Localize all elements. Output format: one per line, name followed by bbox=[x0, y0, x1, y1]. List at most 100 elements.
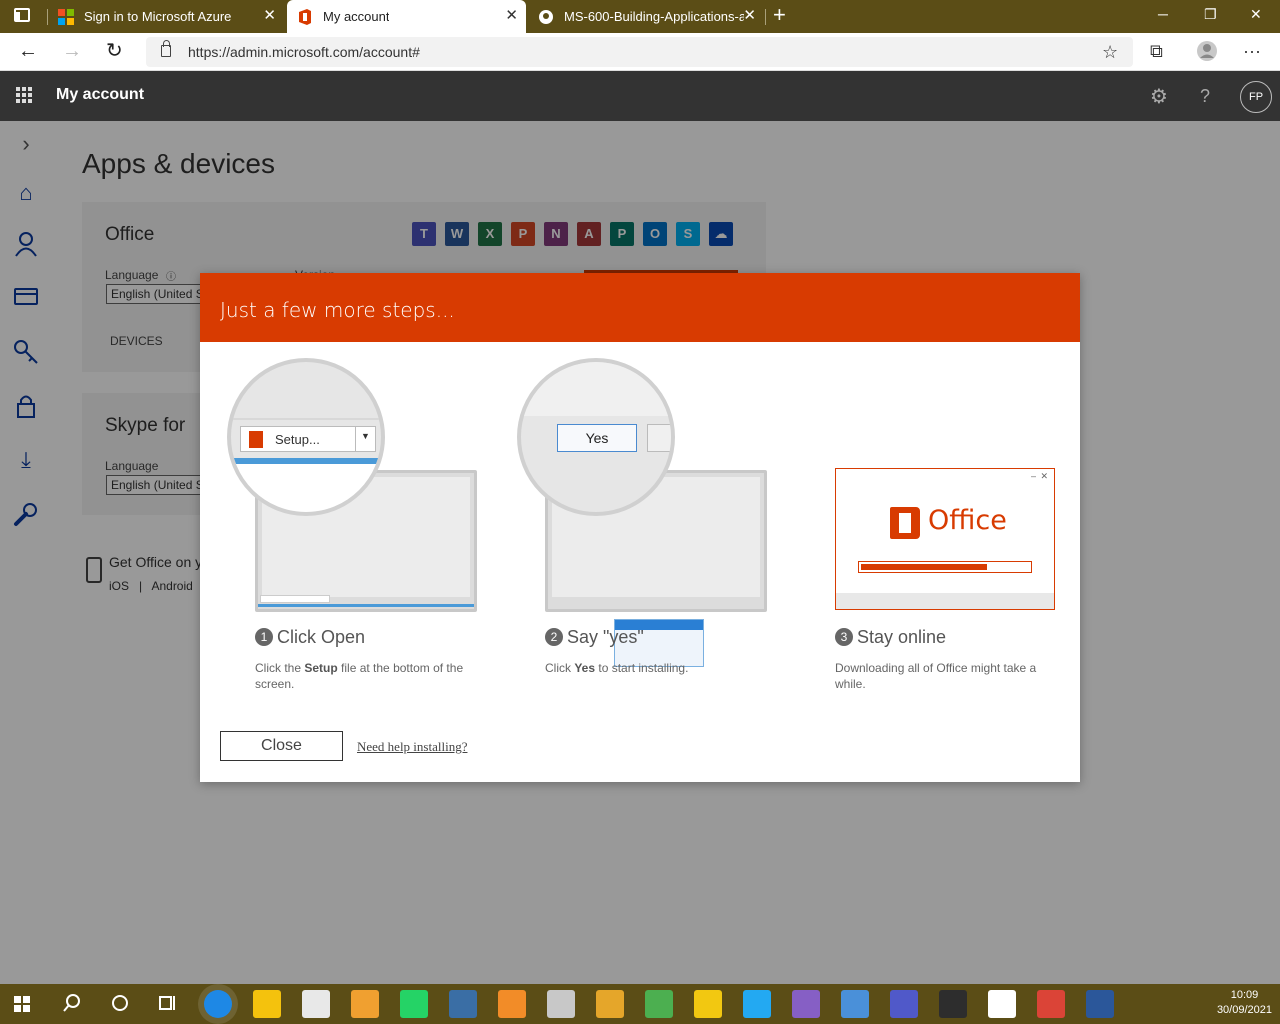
desc-bold-text: Setup bbox=[304, 661, 338, 675]
pin-icon[interactable] bbox=[596, 990, 624, 1018]
clock-time: 10:09 bbox=[1230, 989, 1259, 1001]
forward-icon[interactable]: → bbox=[62, 39, 82, 63]
tab-github[interactable]: MS-600-Building-Applications-a ✕ bbox=[528, 0, 764, 33]
github-icon bbox=[538, 9, 554, 25]
office-installer-illustration: – ✕ Office bbox=[835, 468, 1055, 610]
tab-separator bbox=[765, 9, 766, 25]
office-logo-icon bbox=[297, 8, 313, 25]
step-description: Downloading all of Office might take a w… bbox=[835, 660, 1065, 692]
clock-date: 30/09/2021 bbox=[1216, 1004, 1272, 1016]
step-title: Stay online bbox=[857, 627, 947, 647]
close-tab-icon[interactable]: ✕ bbox=[505, 8, 518, 24]
lock-icon[interactable] bbox=[161, 40, 171, 57]
task-view-icon[interactable] bbox=[158, 993, 178, 1017]
tab-separator bbox=[47, 9, 48, 25]
dropdown-arrow-icon: ▼ bbox=[361, 431, 370, 441]
avatar[interactable]: FP bbox=[1240, 81, 1272, 113]
settings-gear-icon[interactable]: ⚙ bbox=[1150, 84, 1168, 109]
vmware-icon[interactable] bbox=[449, 990, 477, 1018]
collections-icon[interactable]: ⧉ bbox=[1150, 42, 1163, 60]
notes-icon[interactable] bbox=[498, 990, 526, 1018]
terminal-icon[interactable] bbox=[939, 990, 967, 1018]
desc-bold-text: Yes bbox=[574, 661, 596, 675]
tab-actions-icon[interactable] bbox=[14, 8, 30, 22]
close-button[interactable]: Close bbox=[220, 731, 343, 761]
tab-title: MS-600-Building-Applications-a bbox=[564, 9, 744, 24]
installer-footer bbox=[836, 593, 1054, 609]
terminal-green-icon[interactable] bbox=[645, 990, 673, 1018]
taskbar-illustration bbox=[258, 604, 474, 607]
step-heading: 1 Click Open bbox=[255, 627, 365, 648]
office-logo-icon bbox=[249, 431, 263, 448]
refresh-icon[interactable]: ↻ bbox=[106, 39, 123, 63]
store-icon[interactable] bbox=[302, 990, 330, 1018]
desc-text: Downloading all of Office might take a w… bbox=[835, 661, 1037, 691]
more-options-icon[interactable]: ··· bbox=[1243, 42, 1261, 60]
dialog-title: Just a few more steps... bbox=[220, 298, 455, 322]
desc-text: Click the bbox=[255, 661, 305, 675]
app-title[interactable]: My account bbox=[56, 86, 144, 104]
download-bar-illustration bbox=[260, 595, 330, 603]
need-help-installing-link[interactable]: Need help installing? bbox=[357, 739, 467, 755]
step-number: 1 bbox=[255, 628, 273, 646]
step-description: Click Yes to start installing. bbox=[545, 660, 775, 676]
desc-text: Click bbox=[545, 661, 575, 675]
new-tab-icon[interactable]: + bbox=[773, 4, 786, 26]
add-favorite-icon[interactable]: ☆ bbox=[1102, 43, 1118, 61]
magnifier-yes: Yes bbox=[517, 358, 675, 516]
close-tab-icon[interactable]: ✕ bbox=[743, 8, 756, 24]
minimize-icon[interactable]: ─ bbox=[1158, 6, 1168, 22]
tab-azure-sign-in[interactable]: Sign in to Microsoft Azure ✕ bbox=[48, 0, 284, 33]
search-icon[interactable] bbox=[62, 993, 82, 1017]
close-icon: ✕ bbox=[1040, 471, 1048, 481]
vscode-icon[interactable] bbox=[743, 990, 771, 1018]
windows-taskbar: 10:09 30/09/2021 bbox=[0, 984, 1280, 1024]
app-launcher-icon[interactable] bbox=[16, 87, 32, 103]
step-title: Say "yes" bbox=[567, 627, 644, 647]
system-clock[interactable]: 10:09 30/09/2021 bbox=[1217, 988, 1272, 1018]
app-header bbox=[0, 71, 1280, 121]
windows-start-icon[interactable] bbox=[14, 996, 30, 1012]
address-bar[interactable]: https://admin.microsoft.com/account# ☆ bbox=[146, 37, 1133, 67]
install-progress-fill bbox=[861, 564, 987, 570]
file-explorer-icon[interactable] bbox=[253, 990, 281, 1018]
step-number: 2 bbox=[545, 628, 563, 646]
whatsapp-icon[interactable] bbox=[400, 990, 428, 1018]
photos-icon[interactable] bbox=[841, 990, 869, 1018]
paint-icon[interactable] bbox=[547, 990, 575, 1018]
step-title: Click Open bbox=[277, 627, 366, 647]
help-icon[interactable]: ? bbox=[1200, 86, 1210, 107]
setup-label: Setup... bbox=[275, 432, 320, 447]
desc-text: to start installing. bbox=[595, 661, 689, 675]
restore-icon[interactable]: ❐ bbox=[1204, 6, 1217, 23]
office-brand-text: Office bbox=[928, 505, 1007, 536]
tab-title: My account bbox=[323, 9, 390, 24]
browser-toolbar: ← → ↻ https://admin.microsoft.com/accoun… bbox=[0, 33, 1280, 71]
close-window-icon[interactable]: ✕ bbox=[1250, 6, 1262, 23]
teams-icon[interactable] bbox=[890, 990, 918, 1018]
edge-icon[interactable] bbox=[204, 990, 232, 1018]
chrome-icon[interactable] bbox=[1037, 990, 1065, 1018]
install-steps-dialog: Just a few more steps... Setup... ▼ 1 Cli… bbox=[200, 273, 1080, 782]
step-heading: 2 Say "yes" bbox=[545, 627, 644, 648]
typora-icon[interactable] bbox=[988, 990, 1016, 1018]
magnifier-setup: Setup... ▼ bbox=[227, 358, 385, 516]
setup-file-button: Setup... ▼ bbox=[240, 426, 376, 452]
visual-studio-icon[interactable] bbox=[792, 990, 820, 1018]
yes-label: Yes bbox=[585, 430, 609, 446]
step-number: 3 bbox=[835, 628, 853, 646]
cortana-icon[interactable] bbox=[110, 993, 130, 1017]
minimize-icon: – bbox=[1030, 471, 1036, 481]
close-tab-icon[interactable]: ✕ bbox=[263, 8, 276, 24]
powerbi-icon[interactable] bbox=[694, 990, 722, 1018]
url-text[interactable]: https://admin.microsoft.com/account# bbox=[188, 44, 420, 60]
profile-icon[interactable] bbox=[1196, 40, 1218, 65]
browser-tab-strip: Sign in to Microsoft Azure ✕ My account … bbox=[0, 0, 1280, 33]
media-icon[interactable] bbox=[351, 990, 379, 1018]
tab-my-account[interactable]: My account ✕ bbox=[287, 0, 526, 33]
dialog-header: Just a few more steps... bbox=[200, 273, 1080, 342]
microsoft-logo-icon bbox=[58, 8, 74, 25]
step-description: Click the Setup file at the bottom of th… bbox=[255, 660, 485, 692]
back-icon[interactable]: ← bbox=[18, 39, 38, 63]
word-icon[interactable] bbox=[1086, 990, 1114, 1018]
